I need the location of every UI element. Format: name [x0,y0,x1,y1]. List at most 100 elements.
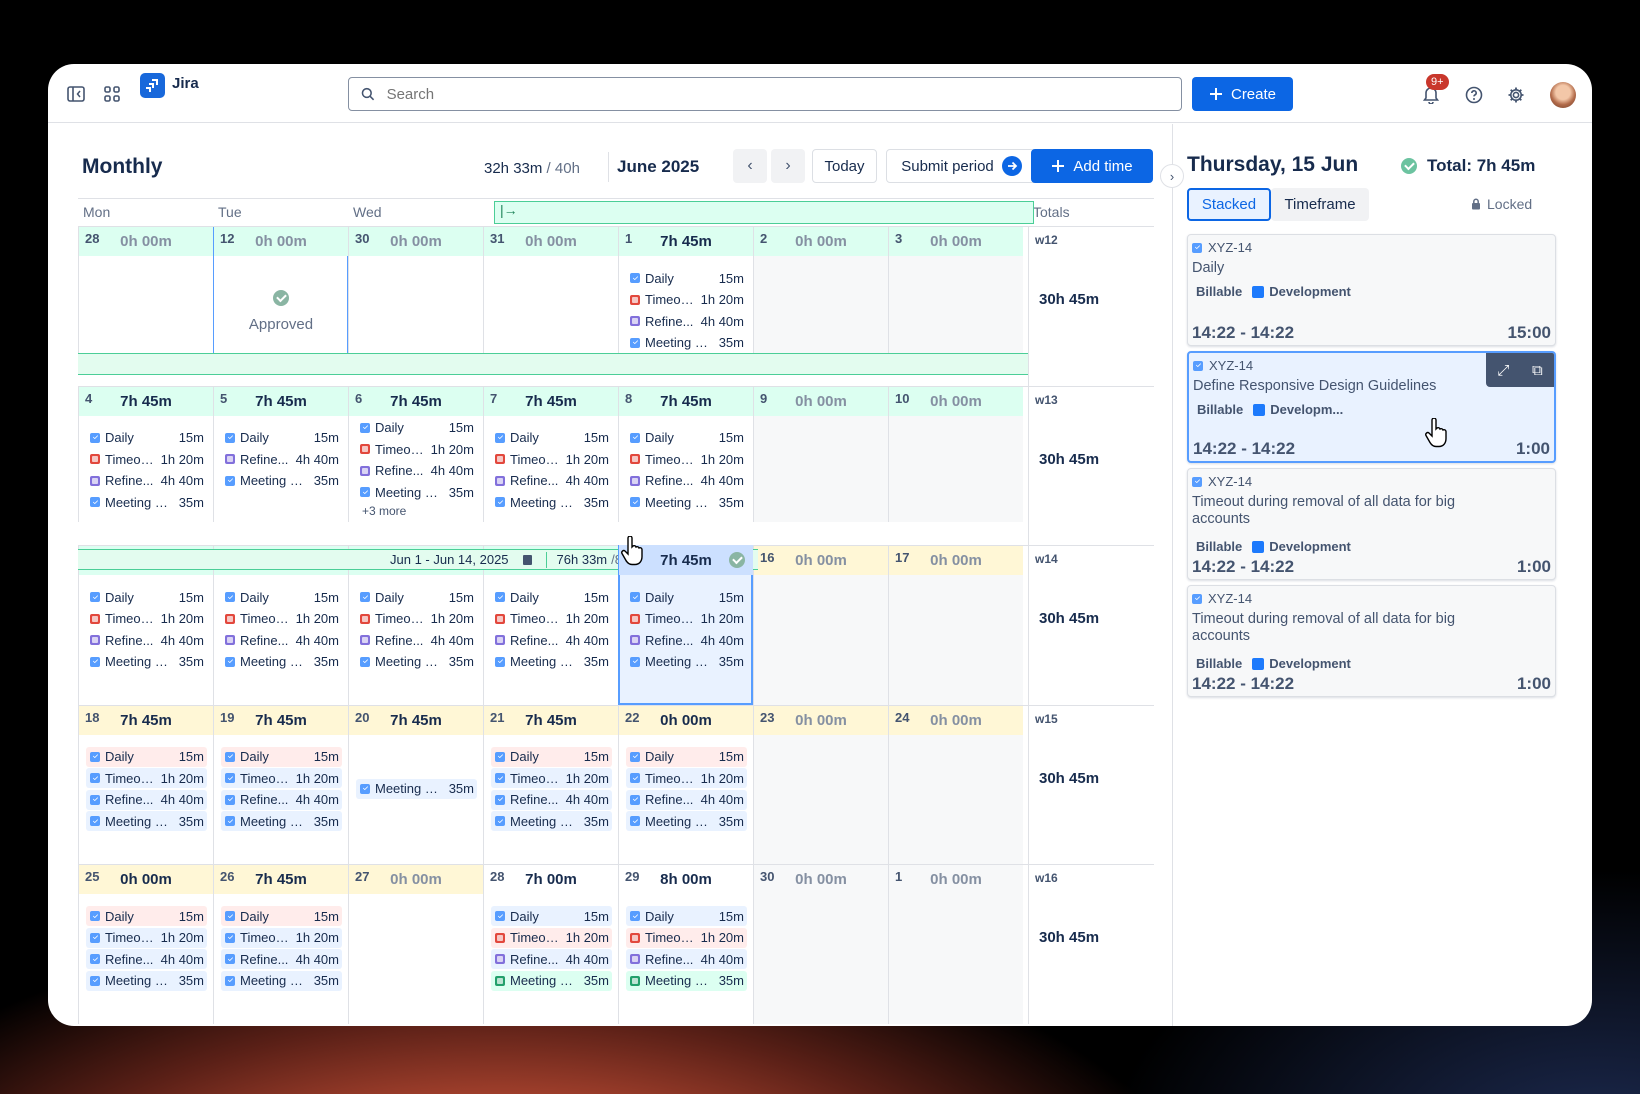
worklog-entry[interactable]: Meeting wi... 35m [356,778,477,799]
day-cell[interactable]: 26 7h 45m Daily 15m Timeou... 1h 20m Refine...… [213,864,348,1024]
day-cell[interactable]: 21 7h 45m Daily 15m Timeou... 1h 20m Refine...… [483,704,618,864]
worklog-entry[interactable]: Refine... 4h 40m [86,471,207,491]
worklog-entry[interactable]: Timeou... 1h 20m [356,439,477,459]
today-button[interactable]: Today [812,149,877,183]
prev-month-button[interactable]: ‹ [733,149,767,183]
day-cell[interactable]: 25 0h 00m Daily 15m Timeou... 1h 20m Refine...… [78,864,213,1024]
worklog-entry[interactable]: Timeou... 1h 20m [491,768,612,788]
worklog-entry[interactable]: Daily 15m [356,418,477,438]
app-switcher-icon[interactable] [102,84,122,104]
worklog-entry[interactable]: Timeou... 1h 20m [626,768,747,788]
worklog-entry[interactable]: Refine... 4h 40m [626,471,747,491]
help-icon[interactable] [1463,84,1485,106]
worklog-entry[interactable]: Meeting wi... 35m [491,811,612,831]
tab-stacked[interactable]: Stacked [1187,188,1271,221]
tab-timeframe[interactable]: Timeframe [1271,188,1369,221]
worklog-entry[interactable]: Meeting wi... 35m [626,651,747,672]
worklog-entry[interactable]: Meeting wi... 35m [626,492,747,512]
worklog-entry[interactable]: Refine... 4h 40m [626,311,747,331]
sidebar-toggle-icon[interactable] [66,84,86,104]
worklog-entry[interactable]: Daily 15m [86,746,207,767]
day-cell[interactable]: 7 7h 45m Daily 15m Timeou... 1h 20m Refine... 4… [483,385,618,522]
worklog-entry[interactable]: Daily 15m [86,906,207,926]
copy-icon[interactable]: ⧉ [1532,362,1543,379]
day-cell[interactable]: 23 0h 00m [753,704,888,864]
day-cell[interactable]: 18 7h 45m Daily 15m Timeou... 1h 20m Refine...… [78,704,213,864]
worklog-entry[interactable]: Daily 15m [491,428,612,448]
worklog-entry[interactable]: Timeou... 1h 20m [626,449,747,469]
worklog-entry[interactable]: Meeting wi... 35m [86,652,207,672]
day-cell[interactable]: 12 0h 00m Approved [213,226,348,363]
worklog-entry[interactable]: Meeting wi... 35m [626,333,747,353]
worklog-entry[interactable]: Meeting wi... 35m [86,492,207,512]
day-cell[interactable]: 9 0h 00m [753,385,888,522]
worklog-entry[interactable]: Refine... 4h 40m [221,789,342,810]
worklog-entry[interactable]: Daily 15m [626,746,747,767]
day-cell[interactable]: 8 7h 45m Daily 15m Timeou... 1h 20m Refine... 4… [618,385,753,522]
day-cell[interactable]: 17 0h 00m [888,545,1023,705]
worklog-entry[interactable]: Meeting wi... 35m [491,652,612,672]
day-cell[interactable]: 3 0h 00m [888,226,1023,363]
worklog-entry[interactable]: Timeou... 1h 20m [491,449,612,469]
day-cell[interactable]: 20 7h 45m Meeting wi... 35m [348,704,483,864]
worklog-entry[interactable]: Refine... 4h 40m [491,949,612,969]
worklog-entry[interactable]: Daily 15m [626,906,747,926]
worklog-entry[interactable]: Daily 15m [626,268,747,288]
worklog-entry[interactable]: Refine... 4h 40m [626,630,747,650]
worklog-entry[interactable]: Daily 15m [221,746,342,767]
jira-logo-icon[interactable] [140,73,165,98]
day-cell[interactable]: 28 0h 00m [78,226,213,363]
collapse-panel-button[interactable]: › [1160,164,1184,188]
worklog-entry[interactable]: Refine... 4h 40m [356,630,477,650]
worklog-entry[interactable]: Timeou... 1h 20m [86,768,207,788]
worklog-entry[interactable]: Timeou... 1h 20m [626,290,747,310]
day-cell[interactable]: 31 0h 00m [483,226,618,363]
worklog-entry[interactable]: Meeting wi... 35m [491,970,612,991]
app-name[interactable]: Jira [172,75,199,92]
worklog-entry[interactable]: Refine... 4h 40m [626,789,747,810]
worklog-entry[interactable]: Refine... 4h 40m [86,949,207,969]
day-cell[interactable]: 19 7h 45m Daily 15m Timeou... 1h 20m Refine...… [213,704,348,864]
worklog-entry[interactable]: Daily 15m [491,587,612,607]
worklog-entry[interactable]: Meeting wi... 35m [356,482,477,502]
worklog-entry[interactable]: Timeou... 1h 20m [626,927,747,948]
worklog-entry[interactable]: Refine... 4h 40m [221,449,342,469]
worklog-entry[interactable]: Meeting wi... 35m [86,811,207,831]
worklog-card[interactable]: XYZ-14 Timeout during removal of all data… [1187,585,1556,697]
worklog-entry[interactable]: Refine... 4h 40m [86,789,207,810]
worklog-entry[interactable]: Meeting wi... 35m [491,492,612,512]
day-cell[interactable]: 1 0h 00m [888,864,1023,1024]
worklog-entry[interactable]: Daily 15m [626,428,747,448]
worklog-entry[interactable]: Meeting wi... 35m [221,652,342,672]
day-cell[interactable]: 16 0h 00m [753,545,888,705]
day-cell[interactable]: 22 0h 00m Daily 15m Timeou... 1h 20m Refine...… [618,704,753,864]
issue-key[interactable]: XYZ-14 [1192,240,1252,255]
worklog-entry[interactable]: Daily 15m [86,428,207,448]
worklog-entry[interactable]: Timeou... 1h 20m [491,609,612,629]
worklog-entry[interactable]: Timeou... 1h 20m [626,608,747,629]
day-cell[interactable]: 5 7h 45m Daily 15m Refine... 4h 40m Meeting wi… [213,385,348,522]
worklog-card[interactable]: XYZ-14 Timeout during removal of all data… [1187,468,1556,580]
day-cell[interactable]: 1 7h 45m Daily 15m Timeou... 1h 20m Refine... 4… [618,226,753,363]
worklog-entry[interactable]: Meeting wi... 35m [356,652,477,672]
day-cell[interactable]: 6 7h 45m Daily 15m Timeou... 1h 20m Refine... 4… [348,385,483,522]
more-entries-link[interactable]: +3 more [362,504,477,518]
submit-period-button[interactable]: Submit period [886,149,1037,183]
create-button[interactable]: Create [1192,77,1293,111]
worklog-entry[interactable]: Meeting wi... 35m [221,811,342,831]
worklog-entry[interactable]: Refine... 4h 40m [626,949,747,969]
worklog-entry[interactable]: Meeting wi... 35m [86,970,207,991]
worklog-entry[interactable]: Timeou... 1h 20m [221,609,342,629]
day-cell[interactable]: 29 8h 00m Daily 15m Timeou... 1h 20m Refine...… [618,864,753,1024]
expand-icon[interactable]: ⤢ [1497,362,1509,379]
worklog-entry[interactable]: Meeting wi... 35m [626,811,747,831]
issue-key[interactable]: XYZ-14 [1192,474,1252,489]
day-cell[interactable]: 10 0h 00m [888,385,1023,522]
day-cell[interactable]: 24 0h 00m [888,704,1023,864]
worklog-entry[interactable]: Refine... 4h 40m [356,461,477,481]
day-cell[interactable]: 2 0h 00m [753,226,888,363]
worklog-entry[interactable]: Daily 15m [356,587,477,607]
worklog-entry[interactable]: Daily 15m [491,906,612,926]
day-cell[interactable]: 30 0h 00m [753,864,888,1024]
worklog-entry[interactable]: Daily 15m [626,587,747,607]
